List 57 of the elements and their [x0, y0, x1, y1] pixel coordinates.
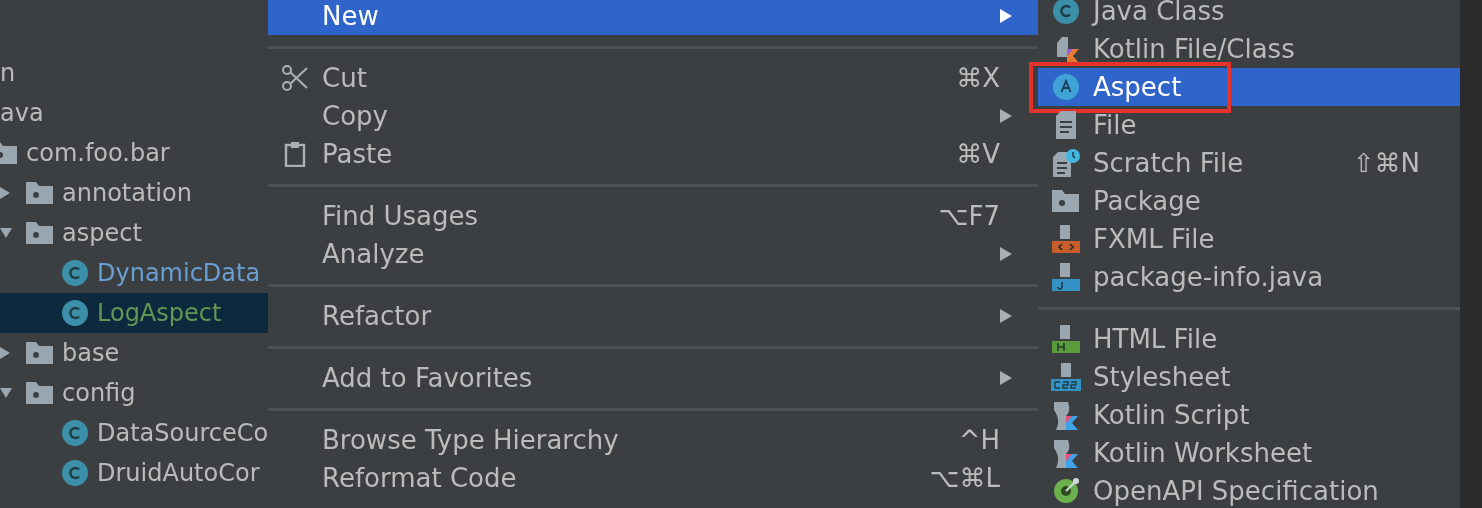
folder-icon [26, 222, 53, 244]
class-icon [62, 420, 88, 446]
file-icon [1054, 111, 1077, 139]
menu-item[interactable]: Analyze [268, 235, 1038, 273]
class-name[interactable]: LogAspect [97, 299, 222, 327]
class-name[interactable]: DataSourceCo [97, 419, 268, 447]
tree-item[interactable]: config [62, 379, 136, 407]
fxml-file-icon [1051, 225, 1080, 253]
menu-item[interactable]: Stylesheet [1038, 358, 1460, 396]
class-icon [62, 300, 88, 326]
menu-item[interactable]: Copy [268, 97, 1038, 135]
aspect-icon [1052, 74, 1079, 100]
menu-item[interactable]: Reformat Code ⌥⌘L [268, 459, 1038, 497]
class-name[interactable]: DynamicData [97, 259, 261, 287]
menu-item[interactable]: Scratch File ⇧⌘N [1038, 144, 1460, 182]
menu-item[interactable]: New [268, 0, 1038, 35]
class-icon [1052, 0, 1079, 24]
menu-item[interactable]: Refactor [268, 297, 1038, 335]
menu-item[interactable]: File [1038, 106, 1460, 144]
java-file-icon [1051, 263, 1080, 291]
tree-item[interactable]: annotation [62, 179, 192, 207]
kotlin-script-icon [1051, 438, 1080, 468]
menu-item[interactable]: Kotlin Worksheet [1038, 434, 1460, 472]
tree-item[interactable]: base [62, 339, 120, 367]
stylesheet-icon [1050, 363, 1081, 391]
menu-item[interactable]: Paste ⌘V [268, 135, 1038, 173]
menu-item[interactable]: Kotlin File/Class [1038, 30, 1460, 68]
menu-item[interactable]: Find Usages ⌥F7 [268, 197, 1038, 235]
folder-icon [26, 182, 53, 204]
openapi-icon [1052, 478, 1079, 504]
menu-item[interactable]: Package [1038, 182, 1460, 220]
tree-item[interactable]: ava [0, 99, 44, 127]
menu-item[interactable]: Kotlin Script [1038, 396, 1460, 434]
tree-item[interactable]: com.foo.bar [26, 139, 170, 167]
menu-item[interactable]: HTML File [1038, 320, 1460, 358]
menu-item[interactable]: Cut ⌘X [268, 59, 1038, 97]
menu-item[interactable]: Add to Favorites [268, 359, 1038, 397]
folder-icon [26, 382, 53, 404]
class-icon [62, 460, 88, 486]
menu-item[interactable]: OpenAPI Specification [1038, 472, 1460, 508]
class-icon [62, 260, 88, 286]
scratch-file-icon [1051, 149, 1080, 177]
menu-item[interactable]: FXML File [1038, 220, 1460, 258]
paste-icon [284, 141, 306, 167]
folder-icon [26, 342, 53, 364]
html-file-icon [1051, 325, 1080, 353]
menu-item[interactable]: package-info.java [1038, 258, 1460, 296]
menu-item[interactable]: Aspect [1038, 68, 1460, 106]
class-name[interactable]: DruidAutoCor [97, 459, 260, 487]
menu-item[interactable]: Java Class [1038, 0, 1460, 30]
kotlin-script-icon [1051, 400, 1080, 430]
cut-icon [281, 64, 309, 92]
tree-item[interactable]: aspect [62, 219, 142, 247]
selected-row[interactable]: LogAspect [0, 293, 268, 333]
tree-item[interactable]: n [0, 59, 16, 87]
folder-icon [1052, 190, 1079, 212]
menu-item[interactable]: Browse Type Hierarchy ^H [268, 421, 1038, 459]
